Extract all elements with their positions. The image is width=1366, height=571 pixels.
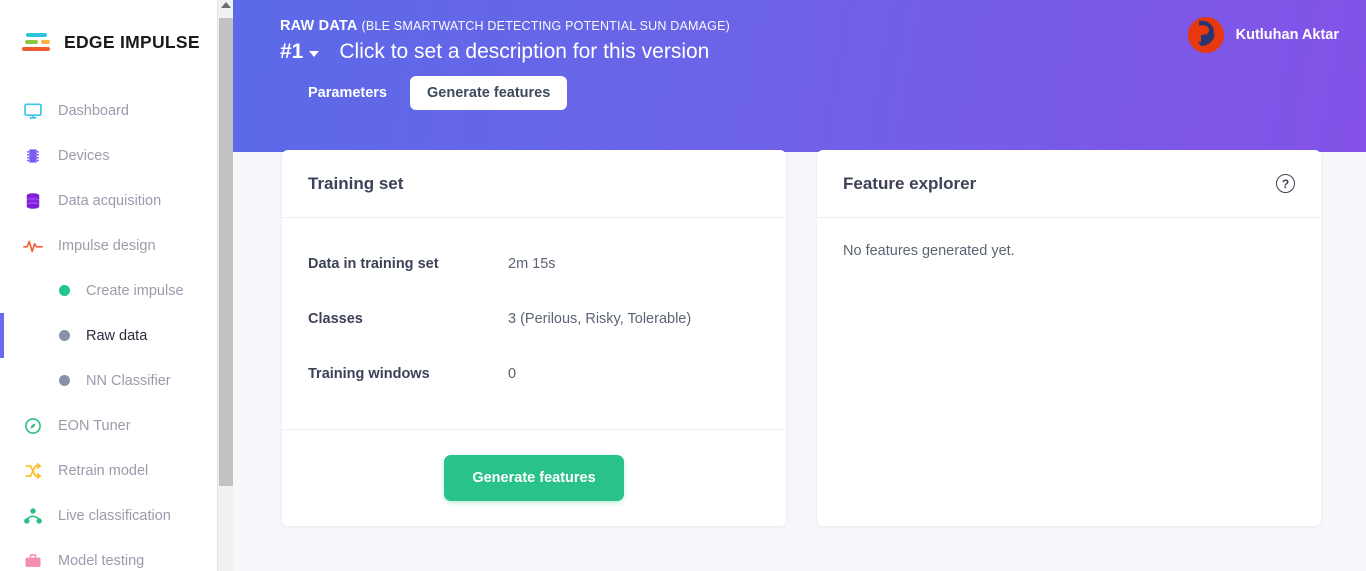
database-icon [22, 190, 44, 212]
sidebar-item-model-testing[interactable]: Model testing [0, 538, 233, 571]
sidebar-item-label: Devices [58, 148, 110, 164]
training-set-header: Training set [282, 150, 786, 218]
user-name: Kutluhan Aktar [1236, 27, 1339, 43]
shuffle-icon [22, 460, 44, 482]
feature-explorer-body: No features generated yet. [817, 218, 1321, 288]
sidebar-item-nn-classifier[interactable]: NN Classifier [0, 358, 233, 403]
sidebar-item-impulse-design[interactable]: Impulse design [0, 223, 233, 268]
sidebar-item-label: Retrain model [58, 463, 148, 479]
version-number[interactable]: #1 [280, 40, 303, 64]
sidebar-item-dashboard[interactable]: Dashboard [0, 88, 233, 133]
cards-row: Training set Data in training set 2m 15s… [233, 152, 1366, 526]
row-value: 0 [508, 366, 516, 382]
header-tabs: Parameters Generate features [291, 76, 1366, 110]
sidebar-item-label: Dashboard [58, 103, 129, 119]
row-key: Classes [308, 311, 508, 327]
row-key: Training windows [308, 366, 508, 382]
sidebar-item-label: Raw data [86, 328, 147, 344]
sidebar-item-retrain-model[interactable]: Retrain model [0, 448, 233, 493]
sidebar-item-eon-tuner[interactable]: EON Tuner [0, 403, 233, 448]
row-value: 3 (Perilous, Risky, Tolerable) [508, 311, 691, 327]
pulse-icon [22, 235, 44, 257]
dot-grey-icon [58, 330, 70, 342]
user-menu[interactable]: Kutluhan Aktar [1188, 17, 1339, 53]
feature-explorer-card: Feature explorer ? No features generated… [817, 150, 1321, 526]
briefcase-icon [22, 550, 44, 571]
empty-state-message: No features generated yet. [843, 243, 1015, 259]
breadcrumb-project: (BLE SMARTWATCH DETECTING POTENTIAL SUN … [362, 19, 730, 33]
feature-explorer-title: Feature explorer [843, 174, 976, 194]
table-row: Classes 3 (Perilous, Risky, Tolerable) [308, 291, 760, 346]
sidebar-item-label: Impulse design [58, 238, 156, 254]
sidebar-item-label: Data acquisition [58, 193, 161, 209]
sidebar-item-live-classification[interactable]: Live classification [0, 493, 233, 538]
dot-grey-icon [58, 375, 70, 387]
sidebar-item-label: NN Classifier [86, 373, 171, 389]
sidebar-item-label: Live classification [58, 508, 171, 524]
sidebar-item-create-impulse[interactable]: Create impulse [0, 268, 233, 313]
training-set-card: Training set Data in training set 2m 15s… [282, 150, 786, 526]
sidebar-item-label: Create impulse [86, 283, 184, 299]
table-row: Training windows 0 [308, 346, 760, 401]
version-description[interactable]: Click to set a description for this vers… [339, 40, 709, 64]
sidebar: EDGE IMPULSE Dashboard [0, 0, 233, 571]
sidebar-nav: Dashboard Devices [0, 88, 233, 571]
avatar [1188, 17, 1224, 53]
app-root: EDGE IMPULSE Dashboard [0, 0, 1366, 571]
generate-features-button[interactable]: Generate features [444, 455, 623, 501]
main-content: RAW DATA (BLE SMARTWATCH DETECTING POTEN… [233, 0, 1366, 571]
question-circle-icon[interactable]: ? [1276, 174, 1295, 193]
training-set-body: Data in training set 2m 15s Classes 3 (P… [282, 218, 786, 401]
scrollbar-thumb[interactable] [219, 18, 233, 486]
breadcrumb-main: RAW DATA [280, 18, 358, 34]
scroll-up-arrow-icon[interactable] [221, 2, 231, 8]
sidebar-item-data-acquisition[interactable]: Data acquisition [0, 178, 233, 223]
chip-icon [22, 145, 44, 167]
sidebar-item-label: Model testing [58, 553, 144, 569]
chevron-down-icon[interactable] [309, 51, 319, 57]
network-icon [22, 505, 44, 527]
tab-generate-features[interactable]: Generate features [410, 76, 567, 110]
sidebar-scrollbar[interactable] [217, 0, 233, 571]
tab-parameters[interactable]: Parameters [291, 76, 404, 110]
row-key: Data in training set [308, 256, 508, 272]
training-set-footer: Generate features [282, 429, 786, 526]
feature-explorer-header: Feature explorer ? [817, 150, 1321, 218]
sidebar-item-devices[interactable]: Devices [0, 133, 233, 178]
table-row: Data in training set 2m 15s [308, 236, 760, 291]
active-indicator [0, 313, 4, 358]
sidebar-item-label: EON Tuner [58, 418, 131, 434]
dot-green-icon [58, 285, 70, 297]
compass-icon [22, 415, 44, 437]
sidebar-item-raw-data[interactable]: Raw data [0, 313, 233, 358]
brand-name: EDGE IMPULSE [64, 32, 200, 53]
monitor-icon [22, 100, 44, 122]
row-value: 2m 15s [508, 256, 556, 272]
page-header: RAW DATA (BLE SMARTWATCH DETECTING POTEN… [233, 0, 1366, 152]
edge-impulse-bars-logo [22, 29, 54, 55]
brand-logo[interactable]: EDGE IMPULSE [0, 0, 233, 60]
training-set-title: Training set [308, 174, 403, 194]
